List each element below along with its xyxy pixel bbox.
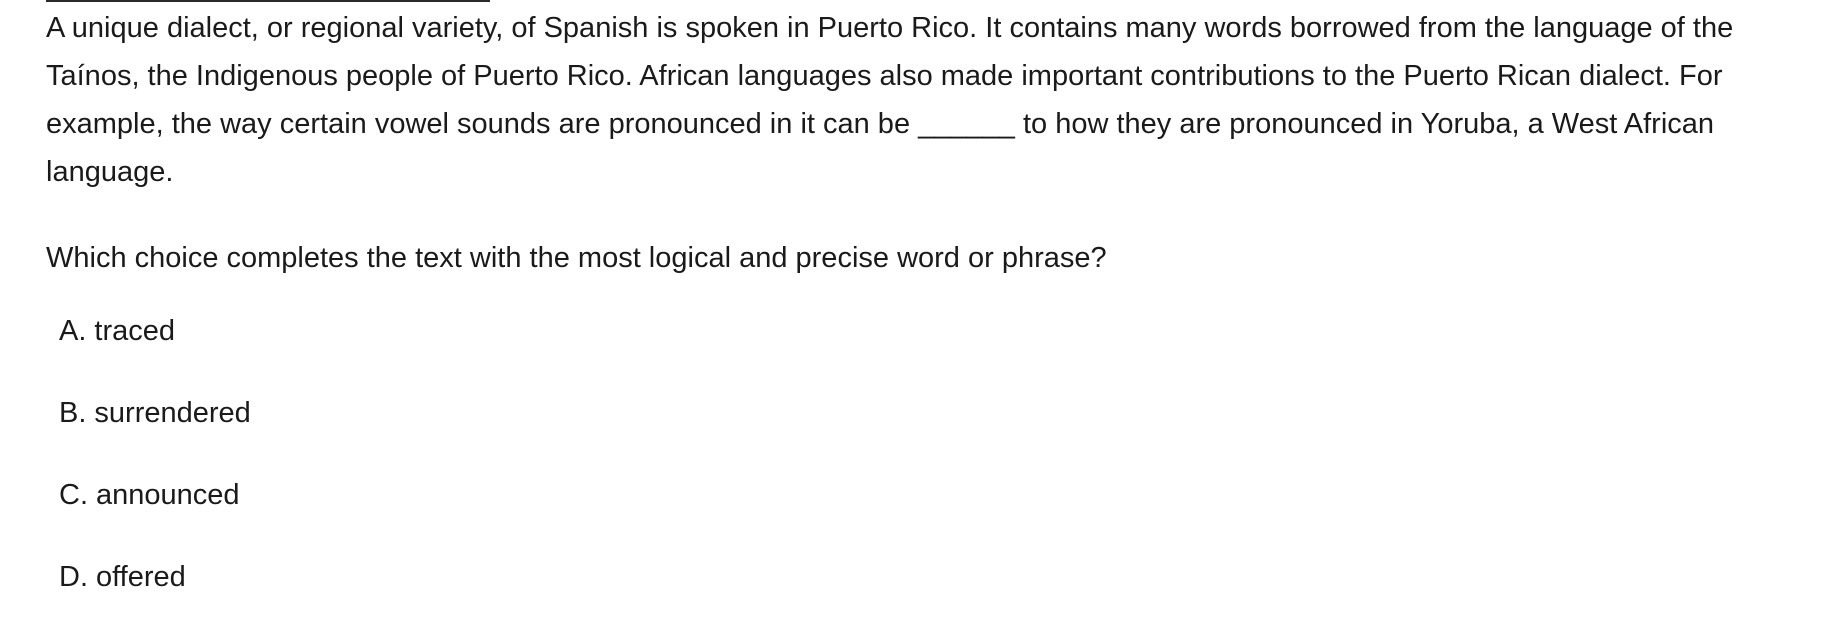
answer-choices: A. traced B. surrendered C. announced D.… [59,307,251,635]
choice-letter: C. [59,478,88,511]
passage-text: A unique dialect, or regional variety, o… [46,12,1734,188]
choice-text: traced [94,314,176,347]
choice-text: announced [96,478,240,511]
question-prompt: Which choice completes the text with the… [46,242,1107,274]
choice-text: surrendered [94,396,251,429]
choice-a[interactable]: A. traced [59,307,251,355]
choice-d[interactable]: D. offered [59,553,251,601]
choice-letter: B. [59,396,87,429]
choice-b[interactable]: B. surrendered [59,389,251,437]
choice-letter: A. [59,314,87,347]
top-divider [46,0,490,2]
choice-letter: D. [59,560,88,593]
choice-text: offered [96,560,186,593]
choice-c[interactable]: C. announced [59,471,251,519]
